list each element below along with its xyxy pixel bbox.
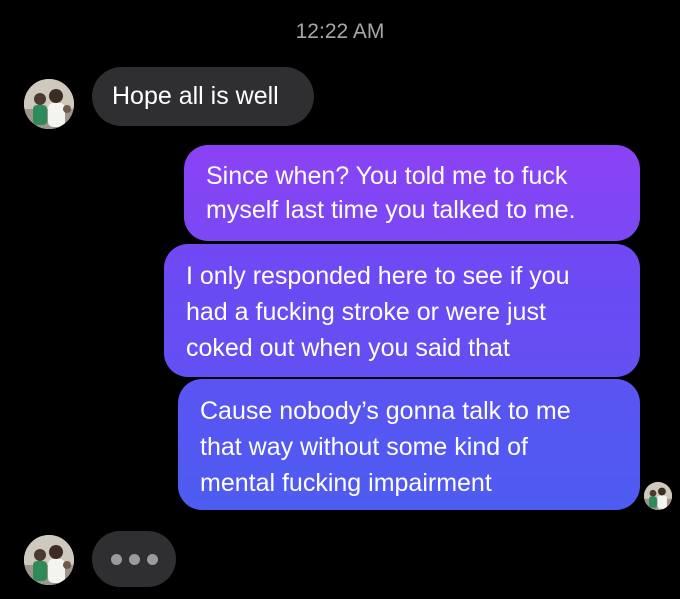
message-timestamp: 12:22 AM xyxy=(295,20,385,43)
message-text: Hope all is well xyxy=(112,82,279,110)
message-text-line: coked out when you said that xyxy=(186,334,510,362)
outgoing-message-bubble[interactable]: Cause nobody’s gonna talk to me that way… xyxy=(178,379,640,510)
outgoing-message-bubble[interactable]: I only responded here to see if you had … xyxy=(164,244,640,377)
ellipsis-dots-icon xyxy=(146,553,158,565)
typing-indicator xyxy=(92,531,176,587)
message-text-line: I only responded here to see if you xyxy=(186,262,570,290)
message-text-line: mental fucking impairment xyxy=(200,469,492,497)
contact-photo-icon xyxy=(24,79,74,129)
message-text-line: Cause nobody’s gonna talk to me xyxy=(200,397,571,425)
ellipsis-dots-icon xyxy=(110,553,122,565)
contact-photo-icon xyxy=(644,482,672,510)
message-text-line: that way without some kind of xyxy=(200,433,528,461)
read-receipt-avatar xyxy=(644,482,672,510)
ellipsis-dots-icon xyxy=(128,553,140,565)
outgoing-message-bubble[interactable]: Since when? You told me to fuck myself l… xyxy=(184,145,640,241)
message-text-line: myself last time you talked to me. xyxy=(206,196,576,224)
contact-avatar[interactable] xyxy=(24,535,74,585)
contact-photo-icon xyxy=(24,535,74,585)
contact-avatar[interactable] xyxy=(24,79,74,129)
message-text-line: Since when? You told me to fuck xyxy=(206,162,568,190)
incoming-message-bubble[interactable]: Hope all is well xyxy=(92,67,314,126)
message-text-line: had a fucking stroke or were just xyxy=(186,298,546,326)
